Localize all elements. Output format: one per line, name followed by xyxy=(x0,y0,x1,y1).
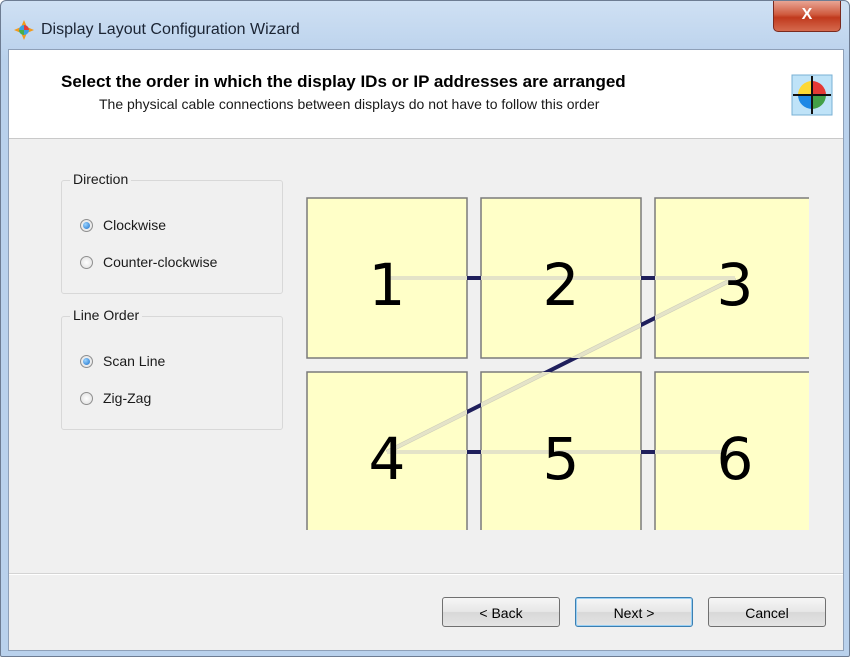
color-wheel-icon xyxy=(791,74,833,116)
radio-zig-zag[interactable]: Zig-Zag xyxy=(80,388,151,408)
radio-scan-line[interactable]: Scan Line xyxy=(80,351,165,371)
direction-group: Direction Clockwise Counter-clockwise xyxy=(61,171,283,294)
radio-counter-clockwise-label: Counter-clockwise xyxy=(103,254,218,270)
app-icon xyxy=(14,20,34,40)
radio-scan-line-indicator[interactable] xyxy=(80,354,93,368)
footer-separator xyxy=(9,573,843,575)
radio-zig-zag-label: Zig-Zag xyxy=(103,390,152,406)
next-button[interactable]: Next > xyxy=(575,597,693,627)
display-id-label: 6 xyxy=(717,425,754,493)
radio-clockwise-label: Clockwise xyxy=(103,217,167,233)
line-order-group: Line Order Scan Line Zig-Zag xyxy=(61,307,283,430)
display-id-label: 2 xyxy=(543,251,580,319)
wizard-header: Select the order in which the display ID… xyxy=(9,50,843,139)
radio-clockwise[interactable]: Clockwise xyxy=(80,215,166,235)
cancel-button[interactable]: Cancel xyxy=(708,597,826,627)
display-id-label: 5 xyxy=(543,425,580,493)
window-title: Display Layout Configuration Wizard xyxy=(41,21,300,38)
radio-zig-zag-indicator[interactable] xyxy=(80,391,93,405)
direction-group-label: Direction xyxy=(70,171,132,187)
radio-clockwise-indicator[interactable] xyxy=(80,218,93,232)
page-subtitle: The physical cable connections between d… xyxy=(99,96,600,112)
close-button[interactable]: X xyxy=(773,1,841,32)
line-order-group-label: Line Order xyxy=(70,307,143,323)
title-bar[interactable]: Display Layout Configuration Wizard X xyxy=(1,1,849,49)
radio-counter-clockwise[interactable]: Counter-clockwise xyxy=(80,252,217,272)
display-id-label: 3 xyxy=(717,251,754,319)
display-id-label: 1 xyxy=(369,251,406,319)
display-id-label: 4 xyxy=(369,425,406,493)
back-button[interactable]: < Back xyxy=(442,597,560,627)
radio-scan-line-label: Scan Line xyxy=(103,353,166,369)
page-title: Select the order in which the display ID… xyxy=(61,72,626,91)
display-layout-preview: 1 2 3 4 5 6 xyxy=(306,197,809,530)
wizard-window: Display Layout Configuration Wizard X Se… xyxy=(0,0,850,657)
wizard-client-area: Select the order in which the display ID… xyxy=(8,49,844,651)
radio-counter-clockwise-indicator[interactable] xyxy=(80,255,93,269)
